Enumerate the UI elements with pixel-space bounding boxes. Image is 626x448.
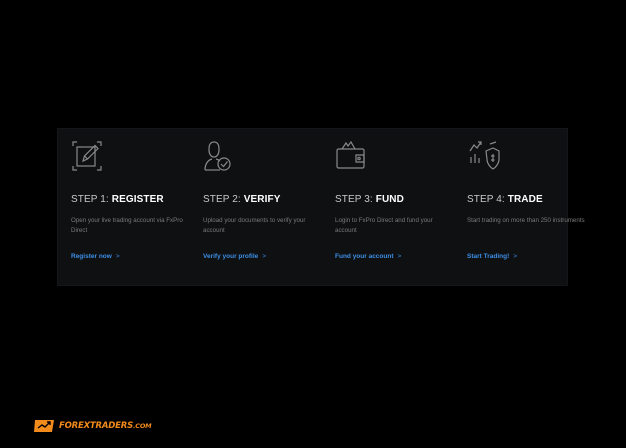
forextraders-watermark: FOREXTRADERS.COM [34,419,152,433]
wallet-icon [334,139,368,173]
step-title: STEP 2: VERIFY [203,194,280,205]
step-title: STEP 3: FUND [335,194,404,205]
step-title: STEP 1: REGISTER [71,194,164,205]
step-title: STEP 4: TRADE [467,194,543,205]
step-number: STEP 4: [467,194,505,205]
verify-profile-link[interactable]: Verify your profile > [203,253,266,260]
step-name: VERIFY [243,194,281,205]
step-number: STEP 2: [203,194,241,205]
watermark-text: FOREXTRADERS.COM [59,421,152,431]
forextraders-logo-icon [34,420,54,432]
step-trade: STEP 4: TRADE Start trading on more than … [454,129,585,285]
step-description: Upload your documents to verify your acc… [203,217,306,234]
link-label: Verify your profile [203,253,259,260]
user-check-icon [202,139,236,173]
watermark-domain: .COM [133,422,152,430]
step-description: Start trading on more than 250 instrumen… [467,217,585,224]
chevron-right-icon: > [115,253,120,260]
link-label: Register now [71,253,112,260]
register-now-link[interactable]: Register now > [71,253,120,260]
step-verify: STEP 2: VERIFY Upload your documents to v… [190,129,312,285]
fund-account-link[interactable]: Fund your account > [335,253,401,260]
step-name: TRADE [507,194,543,205]
step-number: STEP 3: [335,194,373,205]
link-label: Fund your account [335,253,394,260]
chevron-right-icon: > [262,253,267,260]
step-name: FUND [375,194,404,205]
link-label: Start Trading! [467,253,510,260]
step-name: REGISTER [111,194,164,205]
chevron-right-icon: > [397,253,402,260]
start-trading-link[interactable]: Start Trading! > [467,253,517,260]
watermark-name: FOREXTRADERS [59,421,133,431]
chevron-right-icon: > [513,253,518,260]
step-fund: STEP 3: FUND Login to FxPro Direct and fu… [322,129,444,285]
steps-panel: STEP 1: REGISTER Open your live trading a… [57,128,585,286]
register-edit-icon [70,139,104,173]
step-description: Open your live trading account via FxPro… [71,217,183,234]
step-number: STEP 1: [71,194,109,205]
step-register: STEP 1: REGISTER Open your live trading a… [58,129,183,285]
step-description: Login to FxPro Direct and fund your acco… [335,217,433,234]
trade-shield-icon [466,139,500,173]
